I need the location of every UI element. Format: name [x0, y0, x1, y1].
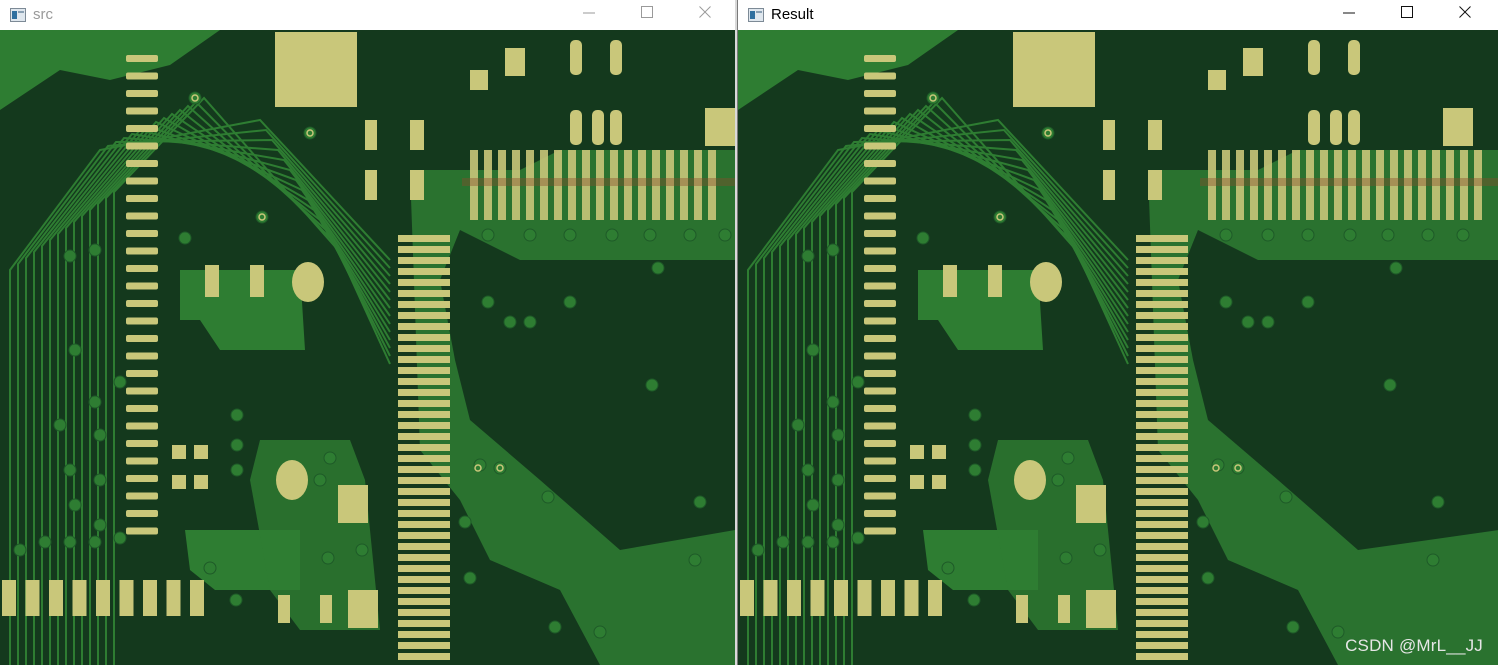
src-minimize-button[interactable]	[560, 0, 618, 24]
csdn-watermark: CSDN @MrL__JJ	[1345, 636, 1483, 655]
src-window: src	[0, 0, 735, 665]
result-maximize-button[interactable]	[1378, 0, 1436, 24]
maximize-icon	[1401, 6, 1413, 18]
minimize-icon	[583, 12, 595, 14]
desktop: src Result CSDN @MrL__JJ	[0, 0, 1498, 665]
pcb-image-result	[738, 30, 1498, 665]
src-image-canvas	[0, 30, 735, 665]
result-close-button[interactable]	[1436, 0, 1494, 24]
result-image-canvas: CSDN @MrL__JJ	[738, 30, 1498, 665]
src-window-title: src	[33, 6, 53, 23]
opencv-window-icon	[748, 8, 764, 22]
src-close-button[interactable]	[676, 0, 734, 24]
close-icon	[699, 6, 711, 18]
maximize-icon	[641, 6, 653, 18]
src-maximize-button[interactable]	[618, 0, 676, 24]
result-window-title: Result	[771, 6, 814, 23]
close-icon	[1459, 6, 1471, 18]
pcb-image-src	[0, 30, 735, 665]
opencv-window-icon	[10, 8, 26, 22]
result-minimize-button[interactable]	[1320, 0, 1378, 24]
minimize-icon	[1343, 12, 1355, 14]
result-window: Result CSDN @MrL__JJ	[737, 0, 1498, 665]
